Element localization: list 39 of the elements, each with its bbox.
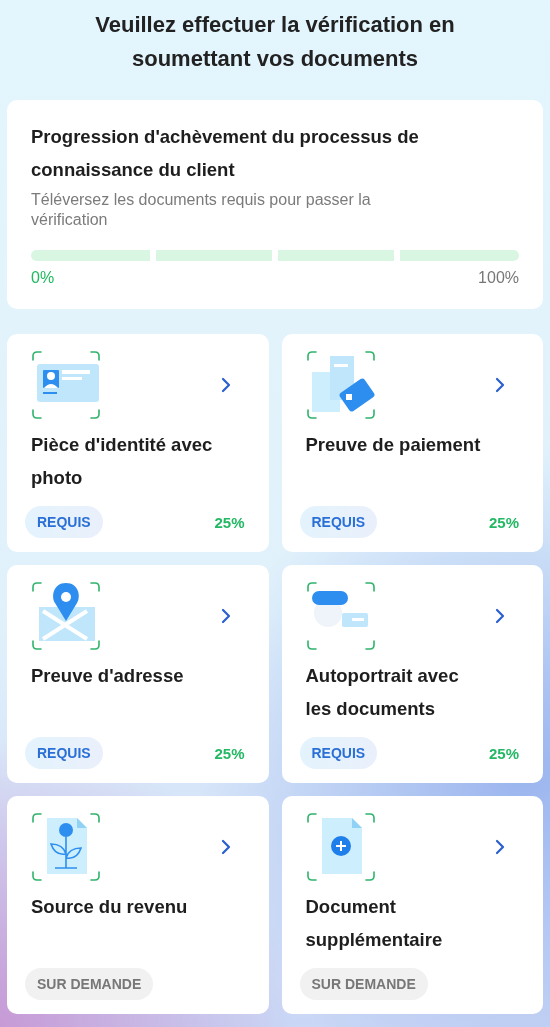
document-card[interactable]: Preuve de paiement REQUIS 25% [281, 334, 543, 552]
progress-subtitle: Téléversez les documents requis pour passer la vérification [31, 190, 372, 230]
status-badge: REQUIS [299, 737, 378, 769]
status-badge: SUR DEMANDE [299, 968, 428, 1000]
person-card-icon [305, 581, 376, 651]
document-card[interactable]: Pièce d'identité avec photo REQUIS 25% [7, 334, 269, 552]
status-badge: REQUIS [25, 506, 103, 538]
document-title: Preuve d'adresse [31, 664, 185, 688]
progress-end-label: 100% [478, 269, 519, 287]
percent-label: 25% [488, 744, 519, 762]
status-badge: REQUIS [25, 737, 103, 769]
document-title: Source du revenu [31, 895, 189, 919]
page-heading: Veuillez effectuer la vérification en soumettant vos documents [94, 11, 456, 73]
add-document-icon [305, 812, 376, 882]
document-card[interactable]: Preuve d'adresse REQUIS 25% [7, 565, 269, 783]
percent-label: 25% [214, 744, 245, 762]
money-plant-icon [31, 812, 101, 882]
id-card-icon [31, 350, 101, 420]
document-title: Preuve de paiement [305, 433, 482, 457]
chevron-right-icon[interactable] [220, 839, 231, 855]
status-badge: SUR DEMANDE [25, 968, 154, 1000]
document-card[interactable]: Autoportrait avec les documents REQUIS 25% [281, 565, 543, 783]
percent-label: 25% [214, 513, 245, 531]
document-title: Pièce d'identité avec photo [31, 433, 214, 490]
chevron-right-icon[interactable] [495, 839, 505, 855]
chevron-right-icon[interactable] [495, 377, 505, 393]
document-card[interactable]: Source du revenu SUR DEMANDE [7, 796, 269, 1014]
document-title: Document supplémentaire [305, 895, 444, 952]
chevron-right-icon[interactable] [495, 608, 505, 624]
progress-title: Progression d'achèvement du processus de connaissance du client [31, 125, 420, 182]
document-title: Autoportrait avec les documents [305, 664, 460, 721]
percent-label: 25% [488, 513, 519, 531]
map-pin-icon [31, 581, 101, 651]
document-card[interactable]: Document supplémentaire SUR DEMANDE [281, 796, 543, 1014]
status-badge: REQUIS [299, 506, 378, 538]
receipt-card-icon [305, 350, 376, 420]
progress-start-label: 0% [31, 269, 55, 287]
chevron-right-icon[interactable] [220, 377, 231, 393]
chevron-right-icon[interactable] [220, 608, 231, 624]
